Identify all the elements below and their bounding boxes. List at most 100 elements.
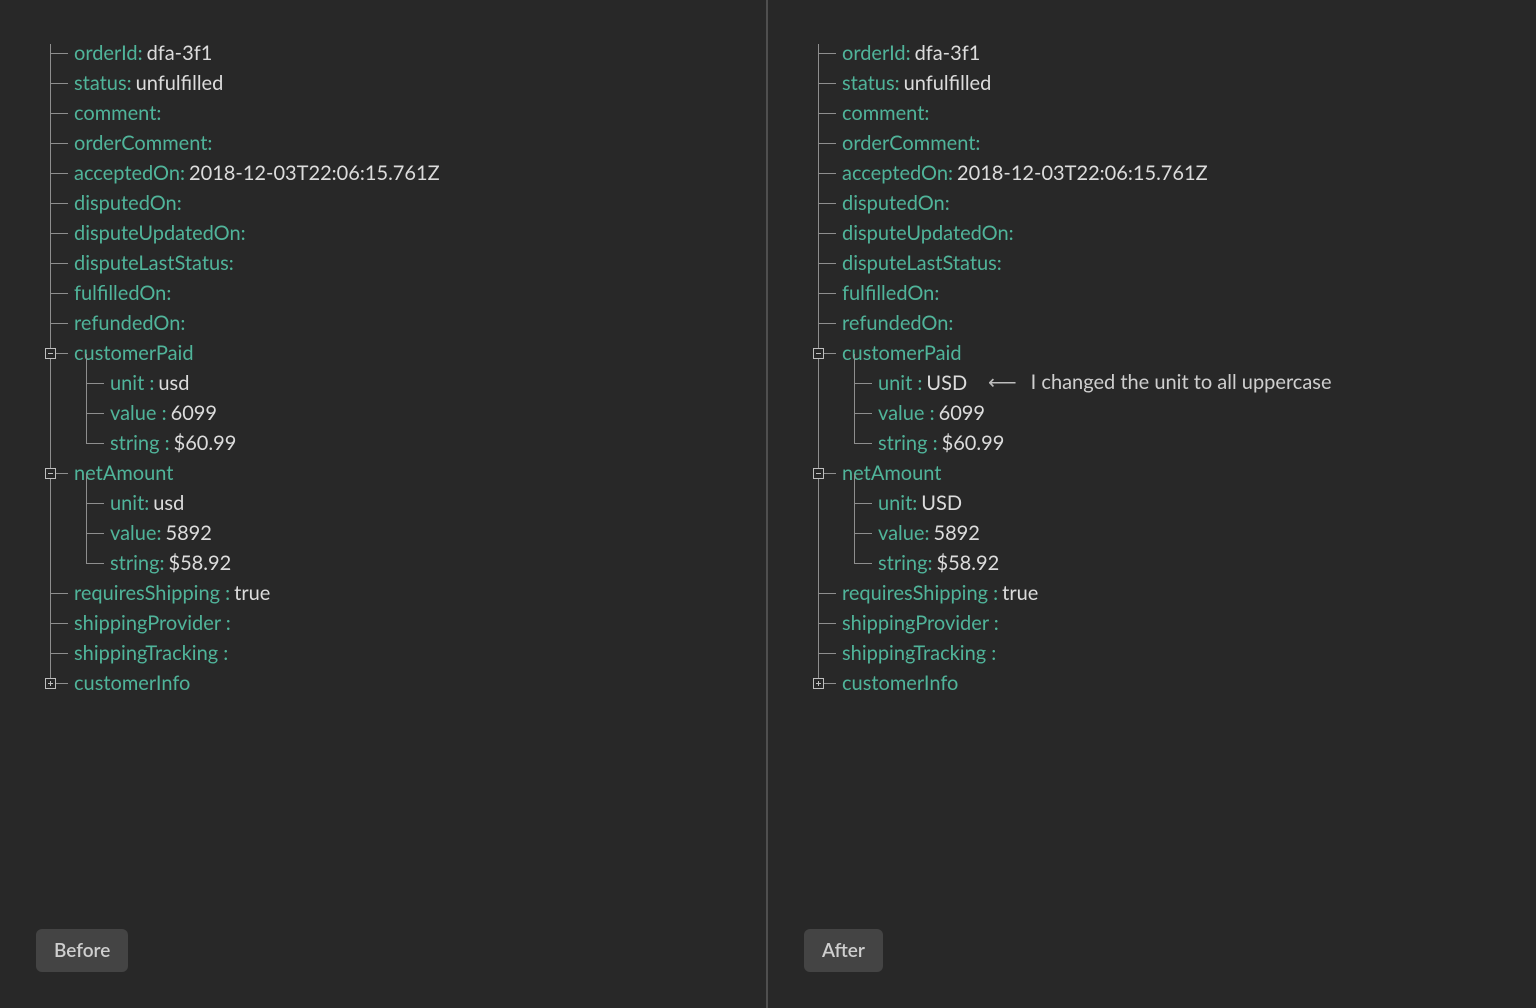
arrow-left-icon: ⟵	[988, 370, 1017, 394]
key-string: string:	[878, 548, 932, 578]
val-cp-value: 6099	[171, 398, 217, 428]
tree-row-disputedOn: disputedOn:	[806, 188, 1536, 218]
tree-row-shippingTracking: shippingTracking :	[806, 638, 1536, 668]
val-cp-value: 6099	[939, 398, 985, 428]
key-fulfilledOn: fulfilledOn:	[842, 278, 939, 308]
key-value: value :	[110, 398, 167, 428]
key-disputeUpdatedOn: disputeUpdatedOn:	[842, 218, 1014, 248]
expand-icon[interactable]	[45, 678, 56, 689]
tree-row-cp-string: string : $60.99	[806, 428, 1536, 458]
tree-row-acceptedOn: acceptedOn: 2018-12-03T22:06:15.761Z	[38, 158, 766, 188]
key-status: status:	[74, 68, 132, 98]
tree-row-na-unit: unit: USD	[806, 488, 1536, 518]
collapse-icon[interactable]	[45, 468, 56, 479]
tree-row-disputeLastStatus: disputeLastStatus:	[806, 248, 1536, 278]
key-netAmount: netAmount	[842, 458, 941, 488]
key-unit: unit :	[110, 368, 154, 398]
key-value: value :	[878, 398, 935, 428]
key-fulfilledOn: fulfilledOn:	[74, 278, 171, 308]
val-orderId: dfa-3f1	[915, 38, 981, 68]
tree-row-na-value: value: 5892	[38, 518, 766, 548]
key-comment: comment:	[842, 98, 929, 128]
key-disputedOn: disputedOn:	[74, 188, 182, 218]
key-string: string:	[110, 548, 164, 578]
tree-row-requiresShipping: requiresShipping : true	[38, 578, 766, 608]
tree-row-netAmount[interactable]: netAmount	[38, 458, 766, 488]
collapse-icon[interactable]	[813, 348, 824, 359]
key-shippingTracking: shippingTracking :	[842, 638, 996, 668]
tree-row-requiresShipping: requiresShipping : true	[806, 578, 1536, 608]
val-cp-string: $60.99	[174, 428, 237, 458]
tree-row-netAmount[interactable]: netAmount	[806, 458, 1536, 488]
after-pane: orderId: dfa-3f1 status: unfulfilled com…	[768, 0, 1536, 1008]
key-orderId: orderId:	[74, 38, 143, 68]
tree-row-status: status: unfulfilled	[806, 68, 1536, 98]
key-value: value:	[110, 518, 161, 548]
tree-row-shippingProvider: shippingProvider :	[806, 608, 1536, 638]
tree-row-orderComment: orderComment:	[38, 128, 766, 158]
val-requiresShipping: true	[234, 578, 270, 608]
before-badge: Before	[36, 929, 128, 972]
key-refundedOn: refundedOn:	[842, 308, 953, 338]
key-shippingProvider: shippingProvider :	[842, 608, 999, 638]
val-orderId: dfa-3f1	[147, 38, 213, 68]
key-customerInfo: customerInfo	[74, 668, 190, 698]
key-disputeLastStatus: disputeLastStatus:	[842, 248, 1002, 278]
tree-row-disputedOn: disputedOn:	[38, 188, 766, 218]
key-orderComment: orderComment:	[74, 128, 212, 158]
tree-row-cp-value: value : 6099	[38, 398, 766, 428]
tree-row-refundedOn: refundedOn:	[38, 308, 766, 338]
collapse-icon[interactable]	[45, 348, 56, 359]
key-string: string :	[110, 428, 170, 458]
key-requiresShipping: requiresShipping :	[74, 578, 230, 608]
val-na-value: 5892	[165, 518, 211, 548]
tree-row-comment: comment:	[806, 98, 1536, 128]
key-refundedOn: refundedOn:	[74, 308, 185, 338]
key-unit: unit :	[878, 368, 922, 398]
key-shippingProvider: shippingProvider :	[74, 608, 231, 638]
val-na-value: 5892	[933, 518, 979, 548]
val-acceptedOn: 2018-12-03T22:06:15.761Z	[189, 158, 440, 188]
key-unit: unit:	[110, 488, 149, 518]
before-pane: orderId: dfa-3f1 status: unfulfilled com…	[0, 0, 768, 1008]
key-customerPaid: customerPaid	[74, 338, 194, 368]
tree-row-disputeLastStatus: disputeLastStatus:	[38, 248, 766, 278]
tree-row-customerPaid[interactable]: customerPaid	[38, 338, 766, 368]
annotation-text: I changed the unit to all uppercase	[1031, 370, 1332, 394]
val-status: unfulfilled	[136, 68, 224, 98]
tree-row-customerPaid[interactable]: customerPaid	[806, 338, 1536, 368]
val-status: unfulfilled	[904, 68, 992, 98]
val-na-unit: USD	[921, 488, 962, 518]
tree-row-fulfilledOn: fulfilledOn:	[806, 278, 1536, 308]
diff-annotation: ⟵ I changed the unit to all uppercase	[988, 370, 1332, 394]
after-tree: orderId: dfa-3f1 status: unfulfilled com…	[806, 38, 1536, 698]
tree-row-na-string: string: $58.92	[38, 548, 766, 578]
collapse-icon[interactable]	[813, 468, 824, 479]
expand-icon[interactable]	[813, 678, 824, 689]
key-netAmount: netAmount	[74, 458, 173, 488]
key-orderId: orderId:	[842, 38, 911, 68]
val-na-unit: usd	[153, 488, 184, 518]
customerPaid-children: unit : usd value : 6099 string : $60.99	[38, 368, 766, 458]
netAmount-children: unit: usd value: 5892 string: $58.92	[38, 488, 766, 578]
val-na-string: $58.92	[936, 548, 999, 578]
tree-row-refundedOn: refundedOn:	[806, 308, 1536, 338]
tree-row-acceptedOn: acceptedOn: 2018-12-03T22:06:15.761Z	[806, 158, 1536, 188]
tree-row-orderComment: orderComment:	[806, 128, 1536, 158]
tree-row-customerInfo[interactable]: customerInfo	[38, 668, 766, 698]
tree-row-cp-unit: unit : usd	[38, 368, 766, 398]
key-disputeUpdatedOn: disputeUpdatedOn:	[74, 218, 246, 248]
netAmount-children: unit: USD value: 5892 string: $58.92	[806, 488, 1536, 578]
key-comment: comment:	[74, 98, 161, 128]
tree-row-customerInfo[interactable]: customerInfo	[806, 668, 1536, 698]
key-acceptedOn: acceptedOn:	[74, 158, 185, 188]
tree-row-orderId: orderId: dfa-3f1	[806, 38, 1536, 68]
tree-row-shippingTracking: shippingTracking :	[38, 638, 766, 668]
key-requiresShipping: requiresShipping :	[842, 578, 998, 608]
key-unit: unit:	[878, 488, 917, 518]
tree-row-disputeUpdatedOn: disputeUpdatedOn:	[38, 218, 766, 248]
val-cp-string: $60.99	[942, 428, 1005, 458]
key-shippingTracking: shippingTracking :	[74, 638, 228, 668]
tree-row-na-unit: unit: usd	[38, 488, 766, 518]
tree-row-fulfilledOn: fulfilledOn:	[38, 278, 766, 308]
